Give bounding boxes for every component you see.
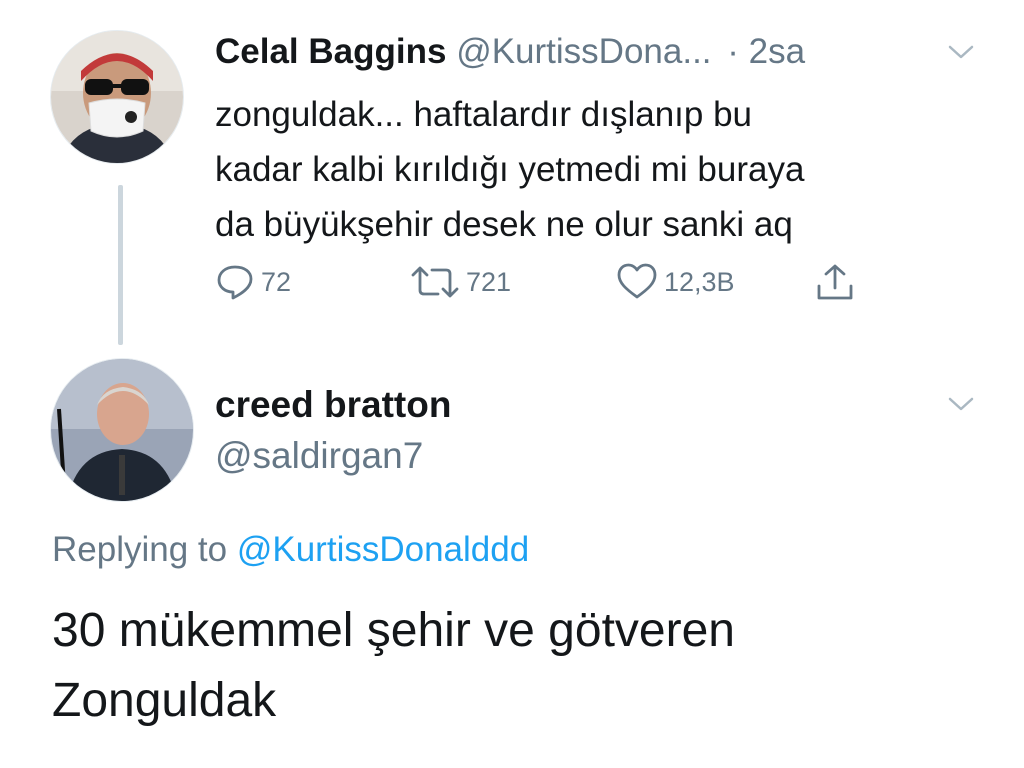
reply-text-line: 30 mükemmel şehir ve götveren bbox=[52, 604, 735, 657]
retweet-arrows-icon bbox=[411, 266, 459, 298]
tweet-text-line: kadar kalbi kırıldığı yetmedi mi buraya bbox=[215, 150, 805, 189]
like-count: 12,3B bbox=[664, 266, 735, 297]
reply-count: 72 bbox=[261, 266, 292, 297]
chevron-down-icon[interactable] bbox=[946, 42, 976, 62]
tweet-header: Celal Baggins @KurtissDona... · 2sa bbox=[215, 30, 805, 74]
avatar-photo bbox=[51, 359, 193, 501]
reply-author-name[interactable]: creed bratton bbox=[215, 381, 451, 429]
heart-icon bbox=[617, 263, 657, 299]
speech-bubble-icon bbox=[217, 265, 253, 300]
tweet-time[interactable]: 2sa bbox=[749, 32, 805, 71]
reply-author-handle[interactable]: @saldirgan7 bbox=[215, 432, 423, 480]
author-avatar[interactable] bbox=[50, 30, 184, 164]
replying-to-mention[interactable]: @KurtissDonalddd bbox=[237, 530, 529, 569]
tweet-text: zonguldak... haftalardır dışlanıp bu kad… bbox=[215, 87, 995, 252]
retweet-count: 721 bbox=[466, 266, 512, 297]
reply-text-line: Zonguldak bbox=[52, 674, 277, 727]
like-button[interactable]: 12,3B bbox=[616, 262, 735, 302]
author-name[interactable]: Celal Baggins bbox=[215, 32, 446, 71]
author-handle[interactable]: @KurtissDona... bbox=[456, 32, 711, 71]
share-button[interactable] bbox=[815, 262, 855, 302]
avatar-photo bbox=[51, 31, 183, 163]
share-upload-icon bbox=[817, 264, 853, 300]
reply-text: 30 mükemmel şehir ve götveren Zonguldak bbox=[52, 596, 992, 736]
separator-dot: · bbox=[727, 32, 739, 71]
replying-label: Replying to bbox=[52, 530, 228, 569]
chevron-down-icon[interactable] bbox=[946, 394, 976, 414]
replying-to: Replying to @KurtissDonalddd bbox=[52, 527, 529, 573]
tweet-text-line: zonguldak... haftalardır dışlanıp bu bbox=[215, 95, 753, 134]
retweet-button[interactable]: 721 bbox=[410, 262, 511, 302]
thread-connector bbox=[118, 185, 123, 345]
reply-button[interactable]: 72 bbox=[215, 262, 291, 302]
tweet-text-line: da büyükşehir desek ne olur sanki aq bbox=[215, 205, 793, 244]
reply-author-avatar[interactable] bbox=[50, 358, 194, 502]
